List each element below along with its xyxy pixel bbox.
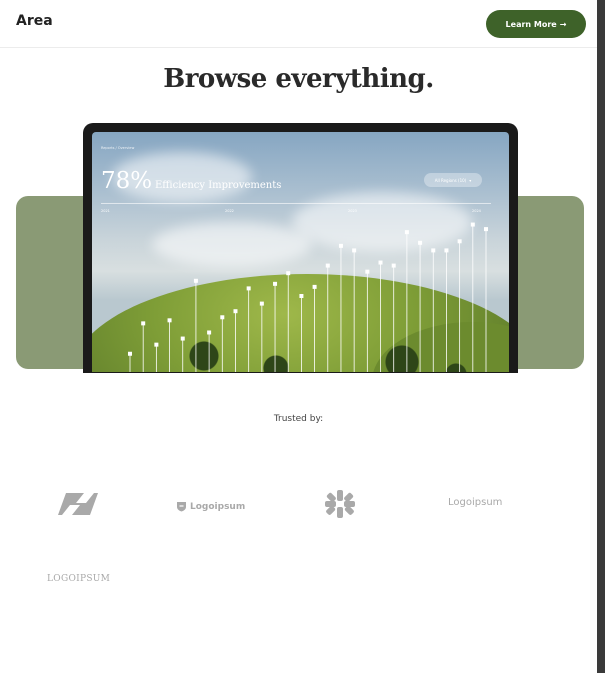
stem-point	[484, 227, 488, 232]
partner-logo-arrows	[56, 491, 100, 517]
partner-logo-shield: Logoipsum	[176, 501, 245, 512]
partner-logo-serif: LOGOIPSUM	[47, 574, 110, 584]
hero-title: Browse everything.	[163, 64, 434, 94]
page: Area Learn More → Browse everything. Rep…	[0, 0, 597, 673]
stem-point	[286, 271, 291, 276]
site-header: Area Learn More →	[0, 0, 597, 48]
window-edge	[597, 0, 605, 673]
learn-more-button[interactable]: Learn More →	[486, 10, 586, 38]
stem-point	[444, 248, 449, 253]
stem-point	[391, 263, 396, 268]
stem-point	[128, 351, 132, 356]
stem-point	[193, 278, 198, 283]
stem-point	[404, 230, 409, 235]
logo-wordmark: Logoipsum	[190, 501, 246, 512]
arrows-logo-icon	[58, 493, 98, 515]
stem-point	[154, 342, 159, 347]
stem-point	[233, 309, 238, 314]
logo-wordmark: LOGOIPSUM	[47, 574, 111, 584]
logo-wordmark: Logoipsum	[448, 497, 503, 508]
stem-point	[299, 294, 304, 298]
trusted-by-label: Trusted by:	[273, 414, 324, 424]
stem-point	[246, 286, 251, 291]
partner-logo-flower	[324, 489, 356, 519]
stem-point	[378, 260, 383, 265]
flower-logo-icon	[325, 490, 355, 518]
laptop-mockup: Reports / Overview 78% Efficiency Improv…	[83, 123, 518, 373]
stem-point	[220, 315, 225, 320]
dashboard-screen: Reports / Overview 78% Efficiency Improv…	[92, 132, 509, 372]
arrow-right-icon: →	[559, 19, 567, 29]
stem-point	[352, 248, 357, 253]
stem-chart	[128, 222, 488, 372]
brand-logo[interactable]: Area	[16, 13, 53, 29]
stem-point	[457, 239, 462, 244]
stem-point	[470, 222, 475, 227]
stem-point	[338, 243, 343, 248]
learn-more-label: Learn More	[505, 19, 557, 29]
stem-point	[365, 269, 370, 274]
stem-point	[273, 281, 278, 286]
stem-point	[431, 248, 436, 253]
stem-point	[167, 318, 172, 323]
stem-point	[207, 330, 212, 335]
stem-point	[325, 263, 330, 268]
stem-point	[141, 321, 146, 326]
stem-point	[180, 336, 185, 341]
stem-point	[418, 240, 423, 245]
stem-point	[312, 284, 317, 289]
shield-icon	[177, 502, 186, 512]
stem-point	[259, 301, 264, 306]
partner-logo-wordmark: Logoipsum	[448, 497, 502, 508]
